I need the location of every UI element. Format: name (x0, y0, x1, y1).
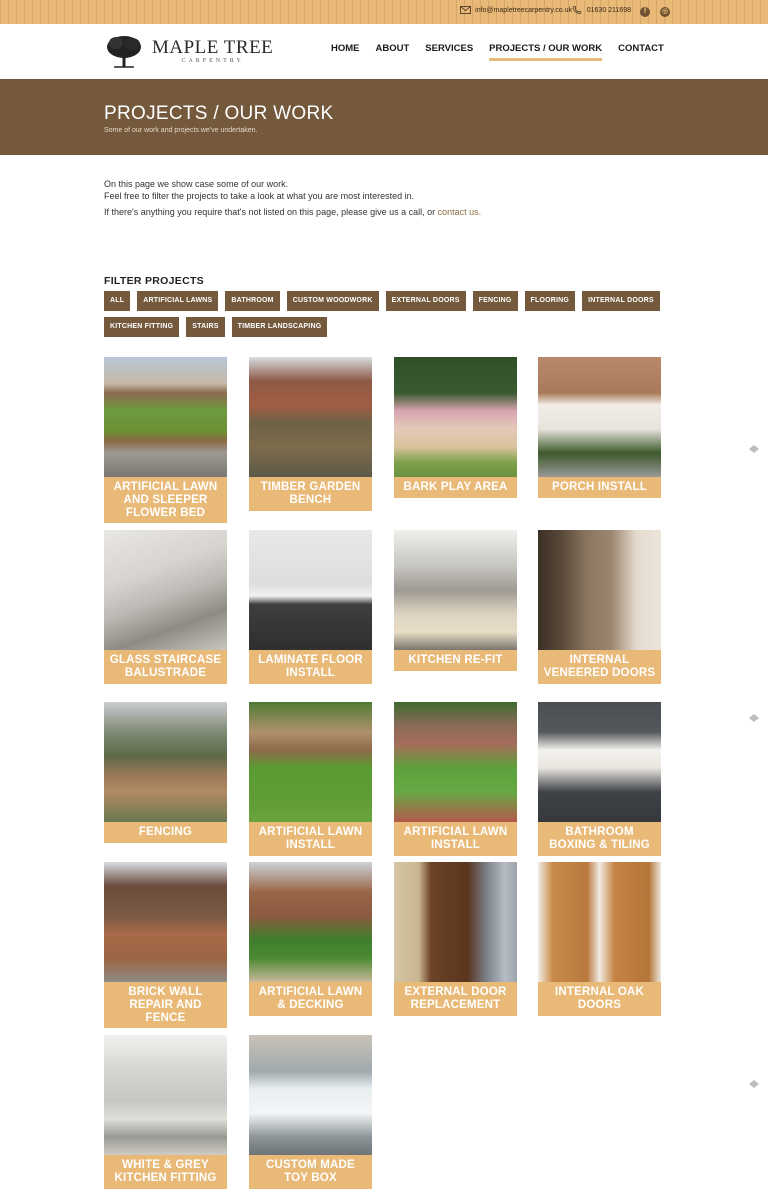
email-link[interactable]: info@mapletreecarpentry.co.uk (460, 6, 572, 14)
project-card[interactable]: BATHROOM BOXING & TILING (538, 702, 661, 856)
intro-line-2: Feel free to filter the projects to take… (104, 190, 415, 201)
project-photo (104, 862, 227, 982)
project-title: ARTIFICIAL LAWN INSTALL (249, 822, 372, 856)
filter-title: FILTER PROJECTS (104, 275, 204, 287)
intro-line-3-text: If there's anything you require that's n… (104, 207, 438, 217)
filter-artificial-lawns[interactable]: ARTIFICIAL LAWNS (137, 291, 219, 311)
project-photo (104, 1035, 227, 1155)
project-photo (104, 530, 227, 650)
project-card[interactable]: ARTIFICIAL LAWN & DECKING (249, 862, 372, 1016)
project-photo (249, 357, 372, 477)
phone-text: 01630 211698 (586, 6, 631, 14)
intro-line-1: On this page we show case some of our wo… (104, 179, 289, 189)
project-photo (104, 702, 227, 822)
envelope-icon (460, 6, 472, 14)
project-card[interactable]: ARTIFICIAL LAWN INSTALL (394, 702, 517, 856)
project-card[interactable]: ARTIFICIAL LAWN INSTALL (249, 702, 372, 856)
project-photo (249, 1035, 372, 1155)
project-title: BATHROOM BOXING & TILING (538, 822, 661, 856)
project-title: KITCHEN RE-FIT (394, 650, 517, 671)
project-title: INTERNAL VENEERED DOORS (538, 650, 661, 684)
project-photo (249, 862, 372, 982)
project-title: ARTIFICIAL LAWN AND SLEEPER FLOWER BED (104, 477, 227, 524)
nav-services[interactable]: SERVICES (425, 43, 473, 61)
project-title: WHITE & GREY KITCHEN FITTING (104, 1155, 227, 1189)
project-title: GLASS STAIRCASE BALUSTRADE (104, 650, 227, 684)
project-title: ARTIFICIAL LAWN & DECKING (249, 982, 372, 1016)
brand-name: MAPLE TREE (152, 37, 274, 58)
filter-fencing[interactable]: FENCING (472, 291, 518, 311)
project-title: TIMBER GARDEN BENCH (249, 477, 372, 511)
project-photo (394, 702, 517, 822)
project-title: CUSTOM MADE TOY BOX (249, 1155, 372, 1189)
instagram-icon[interactable]: ◎ (660, 7, 670, 17)
intro-line-3: If there's anything you require that's n… (104, 207, 481, 219)
page-subtitle: Some of our work and projects we've unde… (104, 127, 258, 134)
project-card[interactable]: BARK PLAY AREA (394, 357, 517, 498)
site-logo[interactable]: MAPLE TREE CARPENTRY (104, 33, 273, 69)
filter-custom-woodwork[interactable]: CUSTOM WOODWORK (286, 291, 379, 311)
project-card[interactable]: EXTERNAL DOOR REPLACEMENT (394, 862, 517, 1016)
project-title: EXTERNAL DOOR REPLACEMENT (394, 982, 517, 1016)
project-card[interactable]: ARTIFICIAL LAWN AND SLEEPER FLOWER BED (104, 357, 227, 524)
project-title: FENCING (104, 822, 227, 843)
project-card[interactable]: INTERNAL VENEERED DOORS (538, 530, 661, 684)
filter-internal-doors[interactable]: INTERNAL DOORS (582, 291, 660, 311)
project-photo (538, 862, 661, 982)
main-nav: HOME ABOUT SERVICES PROJECTS / OUR WORK … (331, 43, 680, 61)
project-card[interactable]: GLASS STAIRCASE BALUSTRADE (104, 530, 227, 684)
project-photo (249, 702, 372, 822)
project-card[interactable]: LAMINATE FLOOR INSTALL (249, 530, 372, 684)
scroll-arrow-icon[interactable] (748, 444, 760, 454)
page-title-band: PROJECTS / OUR WORK Some of our work and… (0, 79, 768, 155)
phone-icon (572, 6, 581, 14)
scroll-arrow-icon[interactable] (748, 1079, 760, 1089)
project-card[interactable]: WHITE & GREY KITCHEN FITTING (104, 1035, 227, 1189)
project-card[interactable]: FENCING (104, 702, 227, 843)
project-card[interactable]: CUSTOM MADE TOY BOX (249, 1035, 372, 1189)
tree-logo-icon (107, 36, 141, 68)
nav-contact[interactable]: CONTACT (618, 43, 664, 61)
top-bar: info@mapletreecarpentry.co.uk 01630 2116… (0, 0, 768, 24)
project-photo (538, 530, 661, 650)
filter-buttons: ALL ARTIFICIAL LAWNS BATHROOM CUSTOM WOO… (104, 291, 664, 337)
email-text: info@mapletreecarpentry.co.uk (475, 6, 572, 14)
filter-bathroom[interactable]: BATHROOM (225, 291, 280, 311)
project-title: INTERNAL OAK DOORS (538, 982, 661, 1016)
project-photo (394, 862, 517, 982)
nav-projects[interactable]: PROJECTS / OUR WORK (489, 43, 603, 61)
project-photo (538, 357, 661, 477)
filter-stairs[interactable]: STAIRS (186, 317, 225, 337)
project-card[interactable]: KITCHEN RE-FIT (394, 530, 517, 671)
project-title: BRICK WALL REPAIR AND FENCE (104, 982, 227, 1029)
facebook-icon[interactable]: f (640, 7, 650, 17)
project-photo (394, 530, 517, 650)
project-photo (104, 357, 227, 477)
project-photo (538, 702, 661, 822)
filter-timber-landscaping[interactable]: TIMBER LANDSCAPING (231, 317, 328, 337)
project-card[interactable]: BRICK WALL REPAIR AND FENCE (104, 862, 227, 1029)
page-title: PROJECTS / OUR WORK (104, 103, 334, 124)
project-card[interactable]: INTERNAL OAK DOORS (538, 862, 661, 1016)
nav-home[interactable]: HOME (331, 43, 360, 61)
project-title: PORCH INSTALL (538, 477, 661, 498)
filter-kitchen-fitting[interactable]: KITCHEN FITTING (104, 317, 180, 337)
project-title: ARTIFICIAL LAWN INSTALL (394, 822, 517, 856)
project-photo (249, 530, 372, 650)
phone-link[interactable]: 01630 211698 (572, 6, 631, 14)
project-title: BARK PLAY AREA (394, 477, 517, 498)
project-title: LAMINATE FLOOR INSTALL (249, 650, 372, 684)
filter-external-doors[interactable]: EXTERNAL DOORS (385, 291, 466, 311)
filter-flooring[interactable]: FLOORING (524, 291, 576, 311)
project-card[interactable]: TIMBER GARDEN BENCH (249, 357, 372, 511)
scroll-arrow-icon[interactable] (748, 713, 760, 723)
intro-text: On this page we show case some of our wo… (104, 179, 481, 219)
filter-all[interactable]: ALL (104, 291, 131, 311)
nav-about[interactable]: ABOUT (376, 43, 410, 61)
project-card[interactable]: PORCH INSTALL (538, 357, 661, 498)
brand-subtitle: CARPENTRY (181, 58, 244, 64)
site-header: MAPLE TREE CARPENTRY HOME ABOUT SERVICES… (0, 24, 768, 79)
contact-us-link[interactable]: contact us. (438, 207, 482, 217)
project-photo (394, 357, 517, 477)
